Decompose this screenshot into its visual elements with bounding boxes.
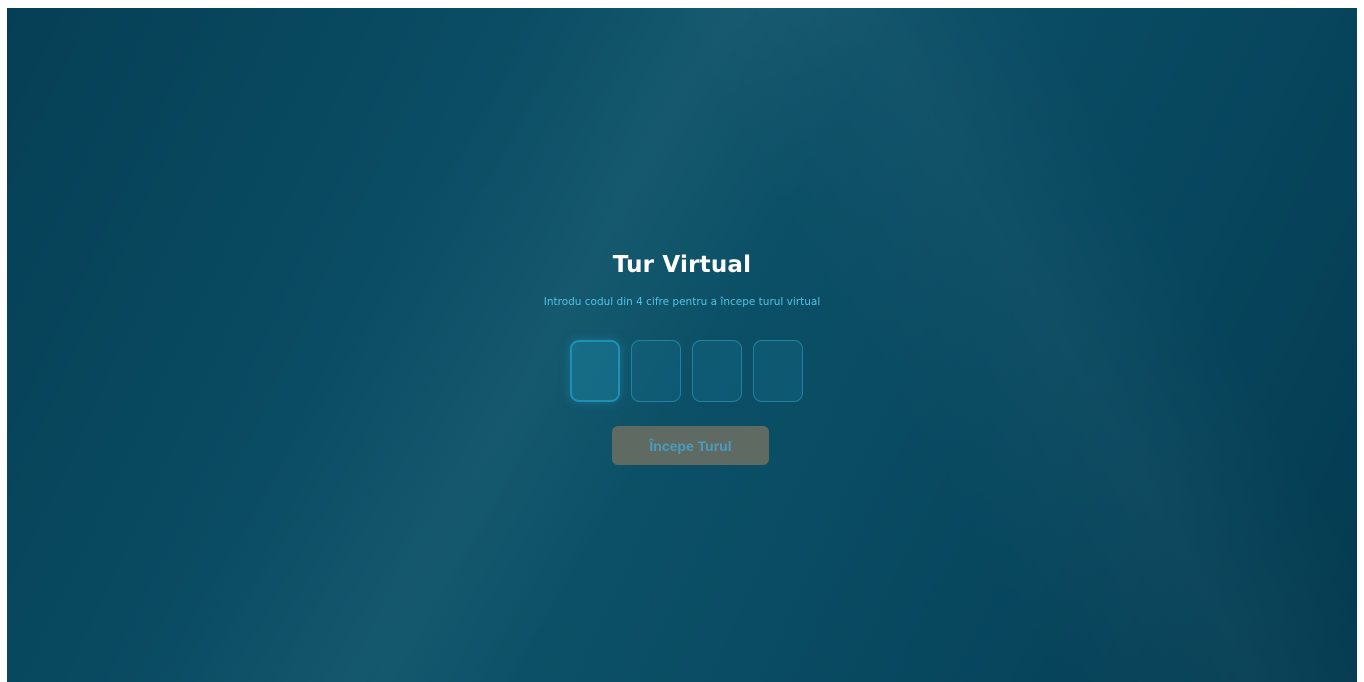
code-digit-1-box [570,340,620,402]
code-digit-2-input[interactable] [632,341,680,401]
code-input-row [570,340,803,404]
start-tour-button[interactable]: Începe Turul [612,426,769,465]
code-digit-4-input[interactable] [754,341,802,401]
page-title: Tur Virtual [612,252,752,278]
code-digit-1-input[interactable] [572,342,618,400]
code-digit-4-box [753,340,803,402]
code-digit-2-box [631,340,681,402]
code-digit-3-input[interactable] [693,341,741,401]
code-entry-panel: Tur Virtual Introdu codul din 4 cifre pe… [7,8,1357,682]
code-digit-3-box [692,340,742,402]
page-subtitle: Introdu codul din 4 cifre pentru a încep… [543,296,821,308]
page-viewport: Tur Virtual Introdu codul din 4 cifre pe… [7,8,1357,682]
